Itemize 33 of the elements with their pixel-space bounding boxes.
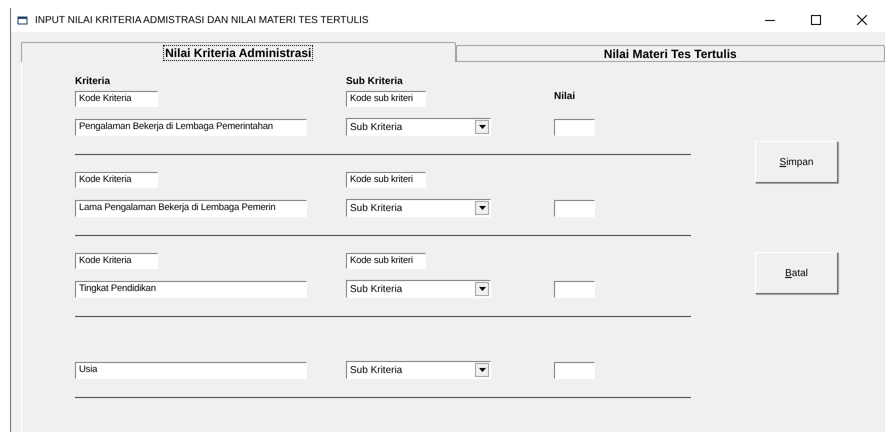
caret-icon [478,368,486,372]
kode-sub-kriteria-field[interactable]: Kode sub kriteri [346,91,426,107]
nilai-field[interactable] [554,280,595,298]
column-label: Nilai [554,91,576,102]
kode-sub-kriteria-field[interactable]: Kode sub kriteri [346,253,426,269]
column-label: Kriteria [75,76,112,87]
close-icon [857,15,867,25]
tab[interactable]: Nilai Kriteria Administrasi [21,42,456,62]
window-title: INPUT NILAI KRITERIA ADMISTRASI DAN NILAI MATERI TES TERTULIS [35,14,370,26]
nilai-field[interactable] [554,118,595,136]
sub-kriteria-dropdown[interactable]: Sub Kriteria [346,118,491,136]
app-icon [17,14,29,26]
column-label: Sub Kriteria [346,76,404,87]
caret-icon [478,206,486,210]
kriteria-field[interactable]: Usia [75,362,307,378]
caret-icon [478,125,486,129]
caret-icon [478,287,486,291]
kode-kriteria-field[interactable]: Kode Kriteria [75,172,158,188]
nilai-field[interactable] [554,200,595,216]
kriteria-field[interactable]: Tingkat Pendidikan [75,280,307,298]
kode-kriteria-field[interactable]: Kode Kriteria [75,91,158,107]
nilai-field[interactable] [554,362,595,378]
cancel-button[interactable]: Batal [755,252,838,294]
sub-kriteria-dropdown[interactable]: Sub Kriteria [346,199,491,217]
sub-kriteria-dropdown[interactable]: Sub Kriteria [346,361,491,379]
tab[interactable]: Nilai Materi Tes Tertulis [456,45,885,62]
sub-kriteria-dropdown[interactable]: Sub Kriteria [346,280,491,298]
kode-kriteria-field[interactable]: Kode Kriteria [75,253,158,269]
kode-sub-kriteria-field[interactable]: Kode sub kriteri [346,172,426,188]
kriteria-field[interactable]: Pengalaman Bekerja di Lembaga Pemerintahan [75,118,307,136]
kriteria-field[interactable]: Lama Pengalaman Bekerja di Lembaga Pemerin [75,200,307,216]
save-button[interactable]: Simpan [755,141,838,183]
maximize-icon [811,15,821,25]
